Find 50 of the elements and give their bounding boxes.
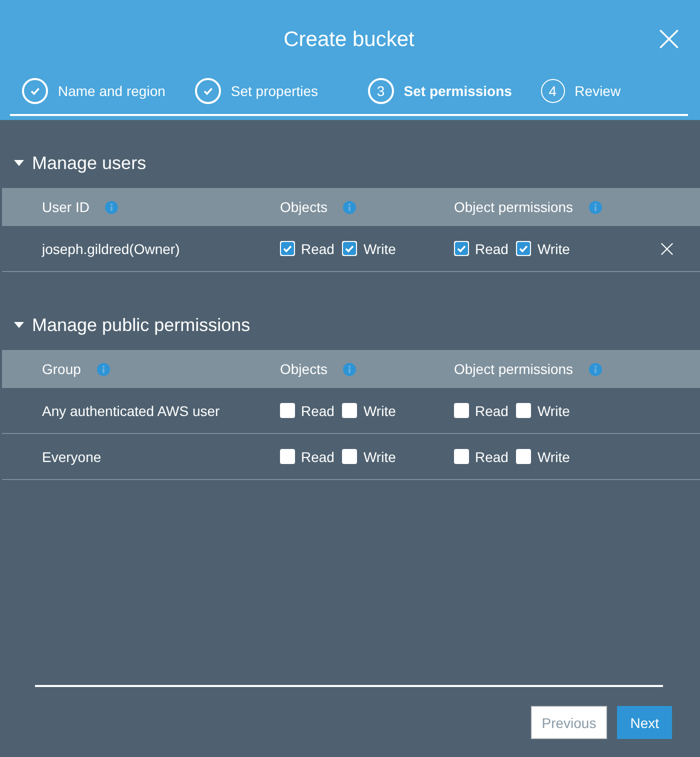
step-label[interactable]: Name and region (58, 83, 166, 99)
table-cell-text: Any authenticated AWS user (42, 402, 221, 418)
column-header: Group (42, 361, 81, 377)
checkbox-label: Write (537, 402, 570, 418)
checkbox-label: Write (363, 402, 396, 418)
checkbox[interactable] (516, 403, 532, 418)
close-icon (660, 242, 674, 256)
step-number: 3 (368, 78, 394, 104)
column-header: Objects (280, 199, 328, 215)
column-header: User ID (42, 199, 90, 215)
dialog-title: Create bucket (284, 27, 414, 53)
step-label[interactable]: Review (574, 83, 621, 99)
checkbox-label: Read (301, 240, 334, 256)
checkbox-label: Read (301, 448, 334, 464)
table-cell-text: Everyone (42, 448, 102, 464)
checkbox[interactable] (280, 403, 295, 418)
checkbox[interactable] (342, 449, 358, 464)
checkbox-label: Read (475, 402, 508, 418)
section-title: Manage users (32, 152, 146, 174)
column-header: Object permissions (454, 199, 574, 215)
checkbox[interactable] (280, 449, 295, 464)
checkbox-label: Write (363, 240, 396, 256)
checkbox[interactable] (454, 449, 469, 464)
checkbox[interactable] (454, 241, 469, 256)
section-title: Manage public permissions (32, 314, 250, 336)
checkbox-label: Read (475, 448, 508, 464)
next-button[interactable]: Next (617, 706, 672, 739)
checkbox-label: Read (301, 402, 334, 418)
column-header: Object permissions (454, 361, 574, 377)
column-header: Objects (280, 361, 328, 377)
close-button[interactable] (658, 28, 680, 50)
checkbox-label: Read (475, 240, 508, 256)
checkbox-label: Write (363, 448, 396, 464)
checkbox[interactable] (516, 241, 532, 256)
step-label[interactable]: Set properties (230, 83, 318, 99)
checkbox[interactable] (516, 449, 532, 464)
checkbox[interactable] (454, 403, 469, 418)
table-cell-text: joseph.gildred(Owner) (42, 240, 181, 256)
checkbox[interactable] (280, 241, 295, 256)
checkbox-label: Write (537, 448, 570, 464)
checkbox[interactable] (342, 403, 358, 418)
checkbox[interactable] (342, 241, 358, 256)
step-label[interactable]: Set permissions (404, 83, 512, 99)
remove-button[interactable] (660, 242, 674, 256)
caret-icon[interactable] (14, 160, 24, 166)
close-icon (658, 28, 680, 50)
caret-icon[interactable] (14, 322, 24, 328)
checkbox-label: Write (537, 240, 570, 256)
previous-button[interactable]: Previous (530, 706, 608, 739)
step-number: 4 (540, 79, 565, 103)
